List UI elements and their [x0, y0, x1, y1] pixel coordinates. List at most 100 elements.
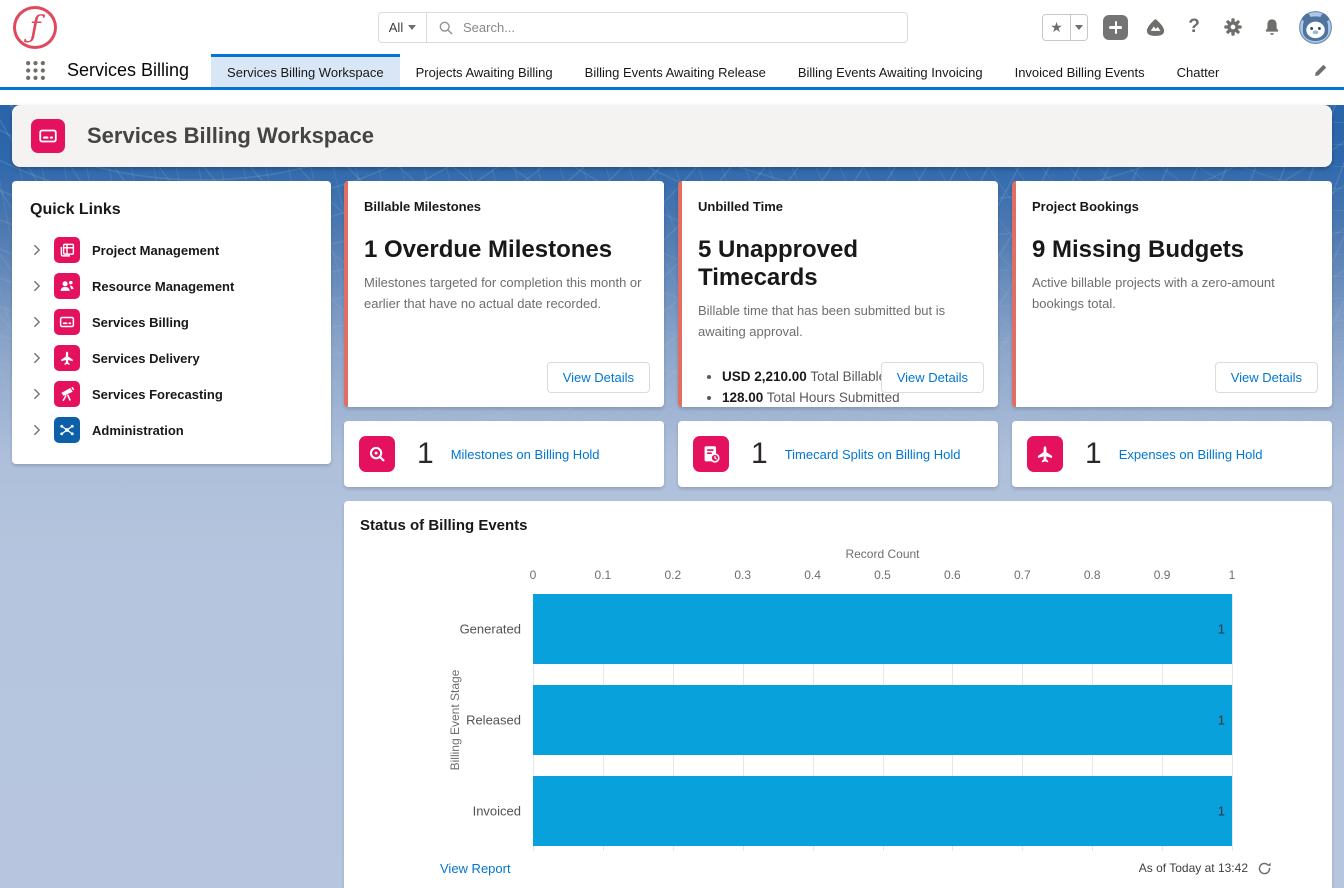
tab-chatter[interactable]: Chatter [1161, 54, 1236, 87]
expenses-on-hold-link[interactable]: Expenses on Billing Hold [1119, 447, 1263, 462]
timecard-splits-on-hold-card: 1 Timecard Splits on Billing Hold [678, 421, 998, 487]
company-logo: ƒ [13, 6, 57, 49]
card-headline: 1 Overdue Milestones [364, 236, 648, 264]
administration-icon [54, 417, 80, 443]
x-axis-ticks: 0 0.1 0.2 0.3 0.4 0.5 0.6 0.7 0.8 0.9 1 [533, 568, 1232, 582]
services-forecasting-icon [54, 381, 80, 407]
trailhead-icon[interactable] [1143, 15, 1167, 39]
search-field-wrap [427, 12, 908, 43]
bar-row-released: Released 1 [533, 685, 1232, 755]
milestones-on-hold-card: 1 Milestones on Billing Hold [344, 421, 664, 487]
expense-hold-icon [1027, 436, 1063, 472]
header-actions: ★ ? [1042, 10, 1332, 44]
search-scope-label: All [389, 20, 403, 35]
tab-services-billing-workspace[interactable]: Services Billing Workspace [211, 54, 400, 87]
report-title: Status of Billing Events [360, 517, 528, 534]
user-avatar[interactable] [1299, 11, 1332, 44]
page-content: Services Billing Workspace Quick Links P… [0, 105, 1344, 888]
app-name: Services Billing [67, 54, 189, 87]
y-axis-title: Billing Event Stage [448, 670, 462, 771]
edit-nav-pencil-icon[interactable] [1313, 54, 1328, 87]
view-details-button[interactable]: View Details [1215, 362, 1318, 393]
setup-gear-icon[interactable] [1221, 15, 1245, 39]
chevron-right-icon[interactable] [30, 387, 54, 401]
favorites-star-icon[interactable]: ★ [1043, 15, 1070, 40]
category-label: Invoiced [473, 804, 521, 819]
global-actions-plus-icon[interactable] [1103, 15, 1128, 40]
timecard-hold-icon [693, 436, 729, 472]
help-icon[interactable]: ? [1182, 15, 1206, 39]
bar-released[interactable]: 1 [533, 685, 1232, 755]
gridline [1232, 594, 1233, 851]
page-header-banner: Services Billing Workspace [12, 105, 1332, 167]
billable-milestones-card: Billable Milestones 1 Overdue Milestones… [344, 181, 664, 407]
page-title: Services Billing Workspace [87, 123, 374, 149]
category-label: Released [466, 713, 521, 728]
quick-link-administration[interactable]: Administration [30, 412, 313, 448]
tab-invoiced-billing-events[interactable]: Invoiced Billing Events [999, 54, 1161, 87]
bar-value-label: 1 [1218, 622, 1225, 637]
billing-card-icon [31, 119, 65, 153]
summary-cards-row: Billable Milestones 1 Overdue Milestones… [344, 181, 1332, 407]
favorites-button-group: ★ [1042, 14, 1088, 41]
app-navigation-bar: Services Billing Services Billing Worksp… [0, 54, 1344, 90]
report-footer: View Report As of Today at 13:42 [344, 848, 1332, 888]
timecard-splits-on-hold-link[interactable]: Timecard Splits on Billing Hold [785, 447, 961, 462]
bar-value-label: 1 [1218, 713, 1225, 728]
resource-management-icon [54, 273, 80, 299]
chevron-right-icon[interactable] [30, 351, 54, 365]
chevron-right-icon[interactable] [30, 243, 54, 257]
card-headline: 5 Unapproved Timecards [698, 236, 982, 292]
view-details-button[interactable]: View Details [547, 362, 650, 393]
tab-billing-events-awaiting-release[interactable]: Billing Events Awaiting Release [569, 54, 782, 87]
view-details-button[interactable]: View Details [881, 362, 984, 393]
quick-link-services-billing[interactable]: Services Billing [30, 304, 313, 340]
milestones-on-hold-link[interactable]: Milestones on Billing Hold [451, 447, 600, 462]
card-headline: 9 Missing Budgets [1032, 236, 1316, 264]
search-icon [439, 21, 453, 35]
category-label: Generated [460, 622, 521, 637]
bar-row-generated: Generated 1 [533, 594, 1232, 664]
x-axis-title: Record Count [533, 547, 1232, 561]
refresh-icon[interactable] [1257, 861, 1272, 876]
search-scope-dropdown[interactable]: All [378, 12, 427, 43]
card-title: Unbilled Time [698, 199, 982, 214]
bar-value-label: 1 [1218, 804, 1225, 819]
hold-count: 1 [1085, 437, 1102, 471]
services-delivery-icon [54, 345, 80, 371]
project-bookings-card: Project Bookings 9 Missing Budgets Activ… [1012, 181, 1332, 407]
unbilled-time-card: Unbilled Time 5 Unapproved Timecards Bil… [678, 181, 998, 407]
search-input[interactable] [463, 20, 895, 35]
hold-count: 1 [751, 437, 768, 471]
chevron-right-icon[interactable] [30, 279, 54, 293]
bar-row-invoiced: Invoiced 1 [533, 776, 1232, 846]
services-billing-icon [54, 309, 80, 335]
favorites-caret-icon[interactable] [1070, 15, 1087, 40]
view-report-link[interactable]: View Report [440, 861, 511, 876]
quick-link-resource-management[interactable]: Resource Management [30, 268, 313, 304]
tab-projects-awaiting-billing[interactable]: Projects Awaiting Billing [400, 54, 569, 87]
bar-generated[interactable]: 1 [533, 594, 1232, 664]
card-description: Active billable projects with a zero-amo… [1032, 273, 1316, 315]
card-description: Milestones targeted for completion this … [364, 273, 648, 315]
notifications-bell-icon[interactable] [1260, 15, 1284, 39]
expenses-on-hold-card: 1 Expenses on Billing Hold [1012, 421, 1332, 487]
quick-link-services-delivery[interactable]: Services Delivery [30, 340, 313, 376]
global-search: All [378, 12, 908, 43]
milestone-hold-icon [359, 436, 395, 472]
bar-invoiced[interactable]: 1 [533, 776, 1232, 846]
chevron-right-icon[interactable] [30, 423, 54, 437]
bar-chart-plot-area: Generated 1 Released 1 Invoi [533, 594, 1232, 846]
quick-links-title: Quick Links [30, 201, 313, 219]
quick-links-panel: Quick Links Project Management Resource … [12, 181, 331, 464]
app-launcher-icon[interactable] [25, 54, 47, 87]
nav-tabs: Services Billing Workspace Projects Awai… [211, 54, 1235, 87]
card-title: Project Bookings [1032, 199, 1316, 214]
chevron-right-icon[interactable] [30, 315, 54, 329]
quick-link-services-forecasting[interactable]: Services Forecasting [30, 376, 313, 412]
billing-hold-cards-row: 1 Milestones on Billing Hold 1 Timecard … [344, 421, 1332, 487]
quick-link-project-management[interactable]: Project Management [30, 232, 313, 268]
tab-billing-events-awaiting-invoicing[interactable]: Billing Events Awaiting Invoicing [782, 54, 999, 87]
hold-count: 1 [417, 437, 434, 471]
chevron-down-icon [408, 25, 416, 30]
